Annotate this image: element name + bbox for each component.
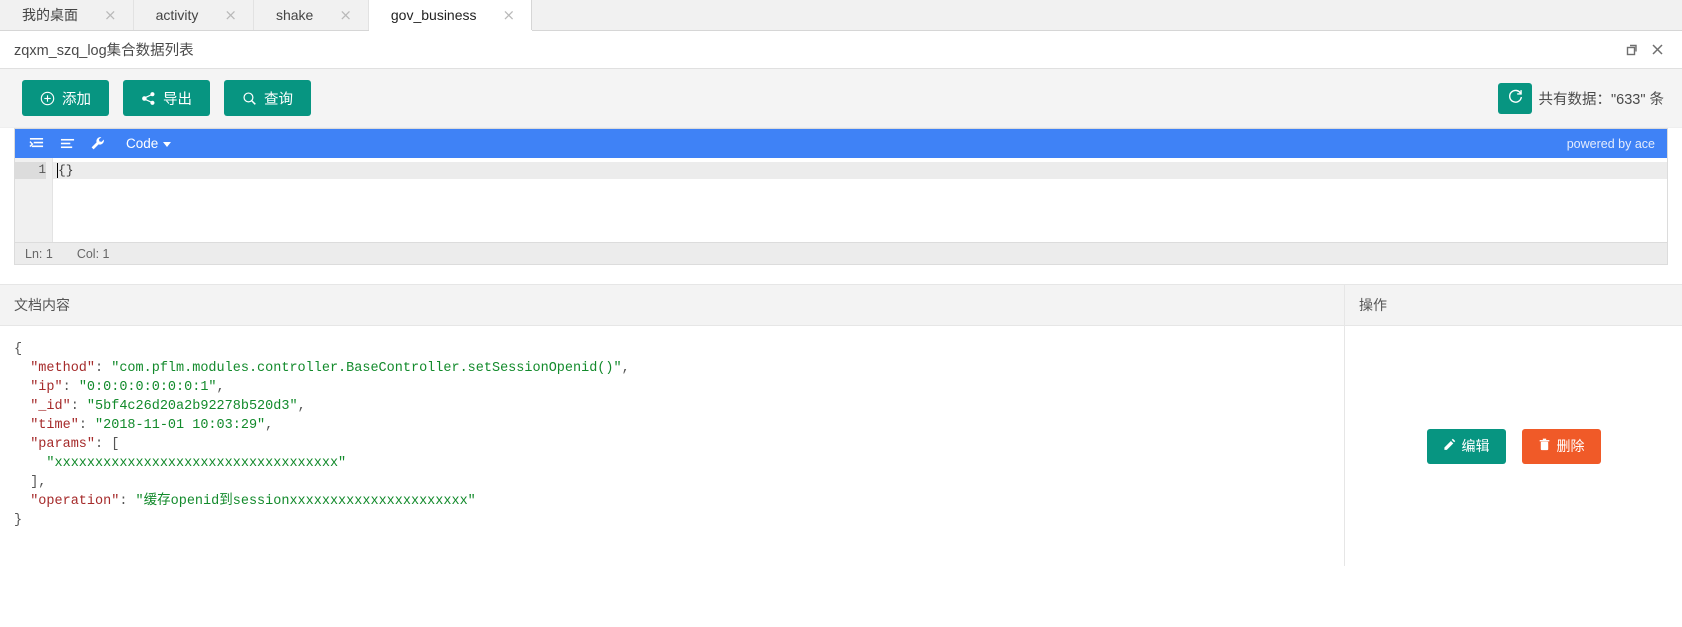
export-button[interactable]: 导出 [123,80,210,116]
editor-text-area[interactable]: {} [53,158,1667,242]
json-token-punc: ], [30,475,47,490]
json-token-punc: : [119,494,136,509]
tab-label: shake [275,7,314,23]
record-count-text: 共有数据："633" 条 [1538,91,1664,108]
gutter-line-number: 1 [15,162,46,179]
column-header-operation: 操作 [1359,297,1387,313]
page-title: zqxm_szq_log集合数据列表 [14,43,194,59]
edit-button-label: 编辑 [1461,438,1490,454]
json-token-str: "缓存openid到sessionxxxxxxxxxxxxxxxxxxxxxx" [135,494,476,509]
editor-menu-bar: Code powered by ace [15,129,1667,158]
format-compact-icon[interactable] [59,136,76,151]
json-token-punc: : [78,418,96,433]
edit-button[interactable]: 编辑 [1426,428,1506,464]
editor-line-1-text: {} [58,163,74,178]
json-token-punc: : [ [95,437,120,452]
text-cursor [57,163,58,178]
format-indent-icon[interactable] [28,136,45,151]
close-icon[interactable]: × [339,7,352,23]
action-toolbar: 添加 导出 查询 共有数据："633" 条 [0,69,1682,128]
close-window-icon[interactable] [1644,37,1670,63]
add-button-label: 添加 [62,91,91,108]
json-token-key: "operation" [30,494,120,509]
operation-cell: 编辑 删除 [1345,326,1682,566]
trash-icon [1538,438,1551,454]
json-token-key: "time" [30,418,79,433]
json-token-str: "com.pflm.modules.controller.BaseControl… [111,361,622,376]
table-header-row: 文档内容 操作 [0,285,1682,326]
json-token-punc: } [14,513,23,528]
chevron-down-icon [163,142,172,147]
share-icon [141,91,156,106]
tab-label: activity [155,7,199,23]
editor-line-1[interactable]: {} [53,162,1667,179]
query-button-label: 查询 [264,91,293,108]
add-button[interactable]: 添加 [22,80,109,116]
tab-label: gov_business [390,7,477,23]
panel-title-bar: zqxm_szq_log集合数据列表 [0,31,1682,69]
json-token-key: "ip" [30,380,63,395]
editor-line-indicator: Ln: 1 [25,246,53,261]
json-token-punc: : [62,380,79,395]
json-token-key: "method" [30,361,96,376]
restore-window-icon[interactable] [1618,37,1644,63]
json-token-punc: : [70,399,87,414]
documents-table: 文档内容 操作 { "method": "com.pflm.modules.co… [0,284,1682,566]
editor-status-bar: Ln: 1 Col: 1 [15,242,1667,264]
refresh-button[interactable] [1498,82,1533,114]
editor-body[interactable]: 1 {} [15,158,1667,242]
plus-circle-icon [40,91,55,106]
pencil-icon [1443,438,1456,454]
delete-button-label: 删除 [1556,438,1585,454]
tab-label: 我的桌面 [22,7,78,23]
editor-mode-dropdown[interactable]: Code [126,136,172,151]
editor-gutter: 1 [15,158,53,242]
column-header-document: 文档内容 [0,285,1345,325]
document-content-cell: { "method": "com.pflm.modules.controller… [0,326,1345,566]
json-token-punc: { [14,342,23,357]
close-icon[interactable]: × [503,7,516,23]
table-row: { "method": "com.pflm.modules.controller… [0,326,1682,566]
tab-bar: 我的桌面 × activity × shake × gov_business × [0,0,1682,31]
delete-button[interactable]: 删除 [1521,428,1601,464]
json-token-key: "_id" [30,399,71,414]
wrench-icon[interactable] [90,136,106,152]
json-token-punc: : [95,361,112,376]
editor-column-indicator: Col: 1 [76,246,110,261]
close-icon[interactable]: × [104,7,117,23]
json-token-str: "0:0:0:0:0:0:0:1" [78,380,217,395]
tab-wo-de-zhuo-mian[interactable]: 我的桌面 × [0,0,134,30]
json-token-punc: , [621,361,630,376]
refresh-icon [1507,88,1524,108]
json-token-punc: , [216,380,225,395]
search-icon [242,91,257,106]
json-token-punc: , [265,418,274,433]
json-token-str: "5bf4c26d20a2b92278b520d3" [86,399,298,414]
query-button[interactable]: 查询 [224,80,311,116]
close-icon[interactable]: × [224,7,237,23]
json-token-punc: , [297,399,306,414]
json-token-str: "2018-11-01 10:03:29" [95,418,266,433]
document-json: { "method": "com.pflm.modules.controller… [14,340,1344,530]
json-query-editor: Code powered by ace 1 {} Ln: 1 Col: 1 [14,128,1668,265]
json-token-str: "xxxxxxxxxxxxxxxxxxxxxxxxxxxxxxxxxxx" [46,456,347,471]
export-button-label: 导出 [163,91,192,108]
tab-bar-filler [532,0,1682,30]
tab-gov-business[interactable]: gov_business × [368,0,533,30]
powered-by-ace-label: powered by ace [1566,136,1655,151]
tab-shake[interactable]: shake × [253,0,369,30]
tab-activity[interactable]: activity × [133,0,254,30]
editor-mode-label: Code [126,136,159,151]
json-token-key: "params" [30,437,96,452]
